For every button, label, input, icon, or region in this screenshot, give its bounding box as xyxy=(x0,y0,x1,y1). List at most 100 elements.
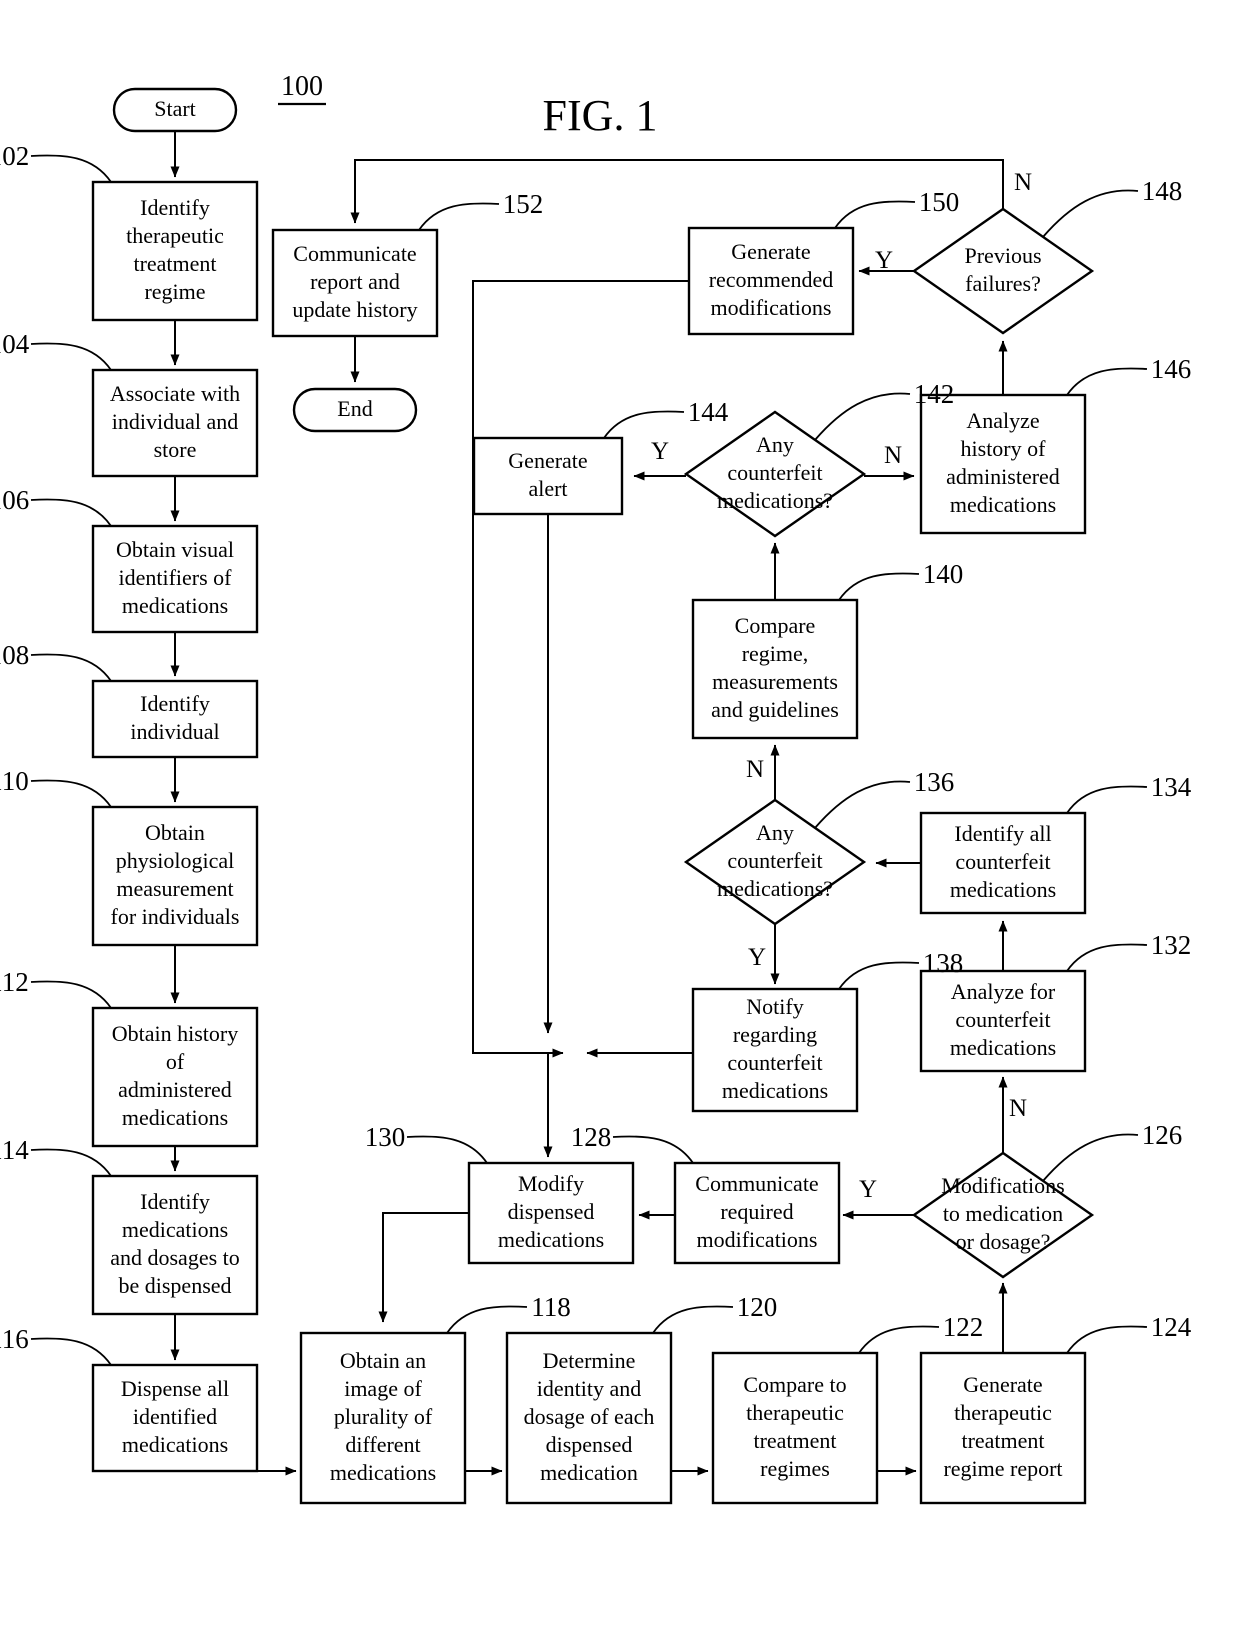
flow-node-116: Dispense all identified medications xyxy=(91,1363,259,1473)
node-text-line: administered xyxy=(946,464,1060,489)
node-text-line: to medication xyxy=(943,1201,1063,1226)
reference-numeral-110: 110 xyxy=(0,766,29,796)
flow-node-102: Identify therapeutic treatment regime xyxy=(91,180,259,322)
reference-numeral-140: 140 xyxy=(923,559,964,589)
flow-node-144: Generate alert xyxy=(472,436,624,516)
terminal-start: Start xyxy=(112,87,238,133)
node-text-line: Generate xyxy=(963,1372,1042,1397)
connector-148-N-to-152 xyxy=(350,159,1004,224)
flow-node-136: Any counterfeit medications? xyxy=(683,798,867,926)
reference-numeral-112: 112 xyxy=(0,967,29,997)
node-text-line: medications? xyxy=(717,876,833,901)
terminal-label: End xyxy=(337,396,372,421)
node-text-line: alert xyxy=(528,476,567,501)
node-text-line: and guidelines xyxy=(711,697,839,722)
node-text-line: recommended xyxy=(709,267,834,292)
branch-label-n: N xyxy=(1014,169,1032,196)
node-text-line: counterfeit xyxy=(727,1050,822,1075)
node-text-line: Obtain visual xyxy=(116,537,234,562)
flow-node-104: Associate with individual and store xyxy=(91,368,259,478)
node-text-line: medications? xyxy=(717,488,833,513)
reference-numeral-132: 132 xyxy=(1151,930,1192,960)
reference-numeral-152: 152 xyxy=(503,189,544,219)
node-text-line: counterfeit xyxy=(955,849,1050,874)
node-text-line: Associate with xyxy=(110,381,240,406)
flow-node-114: Identify medications and dosages to be disp… xyxy=(91,1174,259,1316)
leader-line-138 xyxy=(838,961,920,990)
node-text-line: dispensed xyxy=(508,1199,595,1224)
terminal-end: End xyxy=(292,387,418,433)
node-text-line: Notify xyxy=(746,994,803,1019)
leader-line-140 xyxy=(838,572,920,601)
reference-numeral-136: 136 xyxy=(914,767,955,797)
node-text-line: or dosage? xyxy=(956,1229,1051,1254)
node-text-line: treatment xyxy=(753,1428,836,1453)
leader-line-120 xyxy=(652,1305,734,1334)
node-text-line: therapeutic xyxy=(954,1400,1052,1425)
node-text-line: Obtain an xyxy=(340,1348,426,1373)
node-text-line: therapeutic xyxy=(746,1400,844,1425)
node-text-line: therapeutic xyxy=(126,223,224,248)
reference-numeral-130: 130 xyxy=(365,1122,406,1152)
node-text-line: medications xyxy=(122,1432,228,1457)
flow-node-148: Previous failures? xyxy=(911,207,1095,335)
flow-node-120: Determine identity and dosage of each dispe… xyxy=(505,1331,673,1505)
leader-line-122 xyxy=(858,1325,940,1354)
node-text-line: medication xyxy=(540,1460,638,1485)
flow-node-138: Notify regarding counterfeit medications xyxy=(691,987,859,1113)
node-text-line: Identify all xyxy=(954,821,1051,846)
node-text-line: Generate xyxy=(508,448,587,473)
branch-label-y: Y xyxy=(859,1176,877,1203)
node-text-line: Obtain history xyxy=(112,1021,239,1046)
leader-line-102 xyxy=(30,154,112,183)
node-text-line: medications xyxy=(950,1035,1056,1060)
reference-numeral-126: 126 xyxy=(1142,1120,1183,1150)
reference-numeral-114: 114 xyxy=(0,1135,29,1165)
leader-line-114 xyxy=(30,1148,112,1177)
patent-figure-page: Start End Identify therapeutic treatment regi… xyxy=(0,0,1240,1631)
leader-line-146 xyxy=(1066,367,1148,396)
node-text-line: medications xyxy=(950,492,1056,517)
leader-line-142 xyxy=(814,392,911,441)
node-text-line: regime report xyxy=(943,1456,1062,1481)
node-text-line: counterfeit xyxy=(955,1007,1050,1032)
reference-numeral-124: 124 xyxy=(1151,1312,1192,1342)
node-text-line: Communicate xyxy=(695,1171,818,1196)
node-text-line: medications xyxy=(330,1460,436,1485)
node-text-line: regimes xyxy=(760,1456,830,1481)
branch-label-n: N xyxy=(746,756,764,783)
node-text-line: failures? xyxy=(965,271,1041,296)
flow-node-142: Any counterfeit medications? xyxy=(683,410,867,538)
node-text-line: image of xyxy=(344,1376,422,1401)
node-text-line: medications xyxy=(722,1078,828,1103)
terminal-label: Start xyxy=(154,96,196,121)
flow-node-126: Modificationsto medicationor dosage? xyxy=(911,1151,1095,1279)
flow-node-110: Obtain physiological measurement for indivi… xyxy=(91,805,259,947)
figure-number-label: 100 xyxy=(281,71,323,102)
node-text-line: of xyxy=(166,1049,185,1074)
node-text-line: Obtain xyxy=(145,820,205,845)
flow-node-118: Obtain an image of plurality of different me… xyxy=(299,1331,467,1505)
leader-line-108 xyxy=(30,653,112,682)
node-text-line: Determine xyxy=(543,1348,636,1373)
reference-numeral-142: 142 xyxy=(914,379,955,409)
flow-node-150: Generate recommended modifications xyxy=(687,226,855,336)
node-text-line: treatment xyxy=(133,251,216,276)
node-text-line: dosage of each xyxy=(524,1404,655,1429)
leader-line-116 xyxy=(30,1337,112,1366)
node-text-line: Previous xyxy=(965,243,1042,268)
branch-label-y: Y xyxy=(748,944,766,971)
reference-numeral-128: 128 xyxy=(571,1122,612,1152)
reference-numeral-118: 118 xyxy=(531,1292,571,1322)
node-text-line: modifications xyxy=(711,295,832,320)
node-text-line: Communicate xyxy=(293,241,416,266)
node-text-line: plurality of xyxy=(334,1404,433,1429)
flow-node-106: Obtain visual identifiers of medications xyxy=(91,524,259,634)
figure-title: FIG. 1 xyxy=(543,91,658,140)
node-text-line: dispensed xyxy=(546,1432,633,1457)
node-text-line: and dosages to xyxy=(110,1245,240,1270)
node-text-line: medications xyxy=(122,593,228,618)
leader-line-132 xyxy=(1066,943,1148,972)
flow-node-132: Analyze for counterfeit medications xyxy=(919,969,1087,1073)
reference-numeral-102: 102 xyxy=(0,141,29,171)
